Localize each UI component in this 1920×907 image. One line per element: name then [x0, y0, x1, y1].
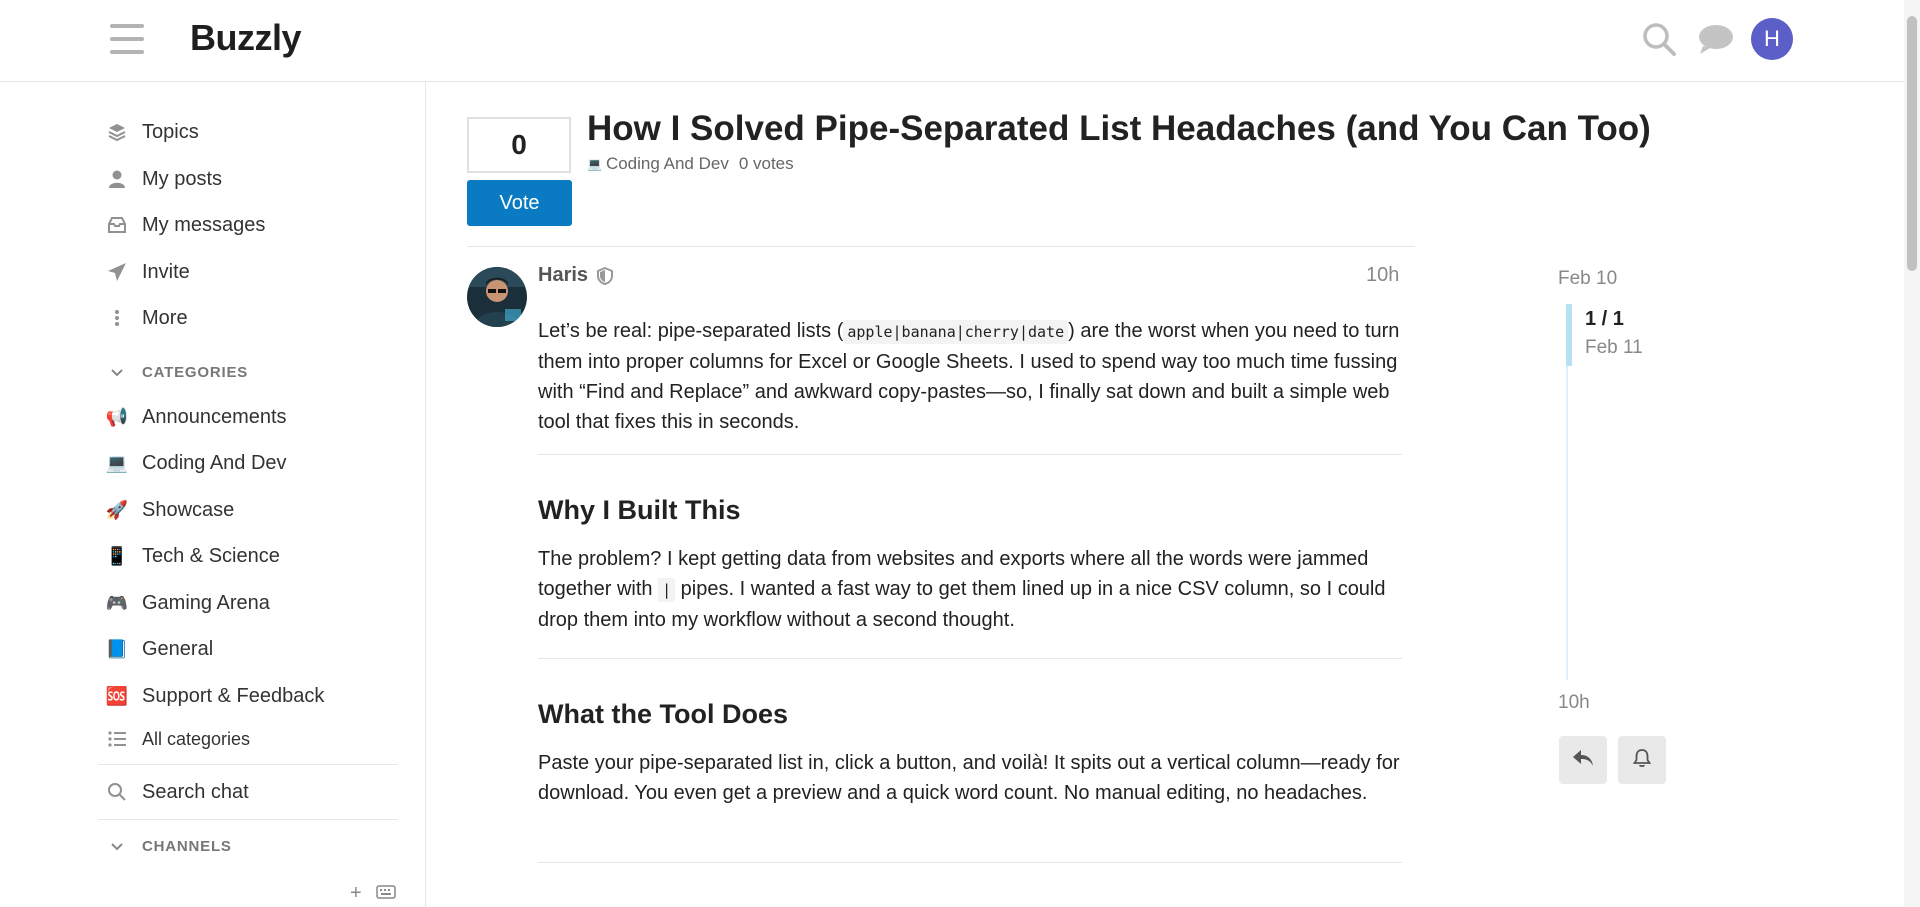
sidebar-category-support-and-feedback[interactable]: 🆘 Support & Feedback — [105, 681, 325, 711]
sidebar-item-label: My posts — [142, 167, 223, 190]
mobile-phone-icon: 📱 — [105, 545, 129, 566]
scrollbar-thumb[interactable] — [1907, 16, 1917, 271]
list-icon — [106, 731, 128, 747]
sidebar-item-label: Tech & Science — [142, 544, 280, 567]
hamburger-menu-icon[interactable] — [110, 24, 144, 54]
sidebar-category-tech-and-science[interactable]: 📱 Tech & Science — [106, 541, 280, 571]
sidebar-item-label: Coding And Dev — [142, 451, 287, 474]
sidebar-all-categories[interactable]: All categories — [106, 724, 250, 754]
search-icon — [106, 782, 128, 802]
channels-section-toggle[interactable]: CHANNELS — [106, 838, 232, 855]
site-logo[interactable]: Buzzly — [190, 17, 302, 59]
timeline-position: 1 / 1 — [1585, 308, 1624, 330]
heading-what: What the Tool Does — [538, 699, 788, 729]
vote-count: 0 — [467, 117, 571, 173]
sidebar-item-label: Invite — [142, 260, 190, 283]
vertical-ellipsis-icon — [106, 308, 128, 328]
megaphone-icon: 📢 — [105, 406, 129, 427]
inline-code: apple|banana|cherry|date — [843, 320, 1069, 344]
chevron-down-icon — [106, 368, 128, 377]
author-avatar[interactable] — [467, 267, 527, 327]
topic-category-link[interactable]: 💻 Coding And Dev — [587, 154, 729, 174]
sidebar-item-label: Showcase — [142, 498, 235, 521]
section-divider — [538, 862, 1402, 863]
post-author[interactable]: Haris — [538, 264, 614, 287]
vote-button[interactable]: Vote — [467, 180, 572, 226]
notification-button[interactable] — [1618, 736, 1666, 784]
shield-icon — [597, 266, 614, 285]
channels-header: CHANNELS — [142, 838, 232, 855]
section-divider — [538, 454, 1402, 455]
topic-category-label: Coding And Dev — [605, 154, 729, 173]
post-body: Let’s be real: pipe-separated lists (app… — [538, 316, 1402, 863]
reply-button[interactable] — [1559, 736, 1607, 784]
topic-title[interactable]: How I Solved Pipe-Separated List Headach… — [587, 109, 1651, 149]
sidebar-category-gaming-arena[interactable]: 🎮 Gaming Arena — [106, 588, 270, 618]
topic-votes-text: 0 votes — [738, 154, 794, 173]
laptop-icon: 💻 — [105, 452, 129, 473]
sidebar-item-label: Search chat — [142, 780, 249, 803]
post-intro-paragraph: Let’s be real: pipe-separated lists (app… — [538, 320, 1400, 433]
why-paragraph: The problem? I kept getting data from we… — [538, 548, 1386, 631]
post-author-name: Haris — [538, 264, 589, 286]
laptop-icon: 💻 — [587, 157, 602, 171]
layers-icon — [106, 122, 128, 142]
timeline-start-date[interactable]: Feb 10 — [1558, 268, 1617, 290]
what-paragraph: Paste your pipe-separated list in, click… — [538, 752, 1400, 804]
sidebar-item-invite[interactable]: Invite — [106, 257, 190, 287]
sos-icon: 🆘 — [105, 685, 129, 706]
timeline-handle[interactable] — [1566, 304, 1572, 366]
sidebar-category-showcase[interactable]: 🚀 Showcase — [106, 495, 234, 525]
sidebar-divider — [98, 819, 398, 820]
inbox-icon — [106, 215, 128, 235]
inline-code: | — [658, 578, 676, 602]
sidebar-item-label: General — [142, 637, 214, 660]
sidebar-item-label: All categories — [142, 728, 251, 749]
post-time[interactable]: 10h — [1366, 264, 1399, 287]
sidebar-category-announcements[interactable]: 📢 Announcements — [106, 402, 287, 432]
categories-section-toggle[interactable]: CATEGORIES — [106, 364, 248, 381]
game-controller-icon: 🎮 — [105, 592, 129, 613]
search-icon[interactable] — [1640, 20, 1678, 63]
sidebar-item-label: My messages — [142, 213, 266, 236]
sidebar-item-label: Announcements — [142, 405, 287, 428]
keyboard-icon[interactable] — [375, 882, 396, 905]
sidebar-item-my-messages[interactable]: My messages — [106, 210, 265, 240]
user-avatar[interactable]: H — [1751, 18, 1793, 60]
sidebar-divider — [98, 764, 398, 765]
sidebar-item-label: More — [142, 306, 188, 329]
blue-book-icon: 📘 — [105, 638, 129, 659]
plus-icon[interactable]: + — [350, 882, 362, 905]
user-icon — [106, 169, 128, 189]
sidebar-footer: + — [350, 882, 396, 905]
sidebar-item-topics[interactable]: Topics — [106, 117, 199, 147]
sidebar-item-my-posts[interactable]: My posts — [106, 164, 222, 194]
sidebar-item-label: Support & Feedback — [142, 684, 325, 707]
sidebar-category-coding-and-dev[interactable]: 💻 Coding And Dev — [106, 448, 287, 478]
sidebar-category-general[interactable]: 📘 General — [106, 634, 213, 664]
section-divider — [538, 658, 1402, 659]
sidebar-item-label: Gaming Arena — [142, 591, 270, 614]
sidebar-item-label: Topics — [142, 120, 199, 143]
post-divider — [467, 246, 1415, 247]
heading-why: Why I Built This — [538, 495, 741, 525]
sidebar: Topics My posts My messages Invite More … — [0, 82, 426, 907]
timeline-current-date: Feb 11 — [1585, 337, 1643, 358]
chevron-down-icon — [106, 842, 128, 851]
search-chat-button[interactable]: Search chat — [106, 777, 249, 807]
categories-header: CATEGORIES — [142, 364, 249, 381]
timeline-end[interactable]: 10h — [1558, 692, 1590, 714]
topic-meta: 💻 Coding And Dev 0 votes — [587, 154, 794, 174]
bell-icon — [1632, 748, 1652, 773]
sidebar-item-more[interactable]: More — [106, 303, 188, 333]
reply-icon — [1572, 749, 1594, 772]
rocket-icon: 🚀 — [105, 499, 129, 520]
site-header: Buzzly H — [0, 0, 1904, 82]
paper-plane-icon — [106, 262, 128, 282]
chat-icon[interactable] — [1697, 22, 1735, 61]
page-scrollbar[interactable] — [1904, 0, 1920, 907]
